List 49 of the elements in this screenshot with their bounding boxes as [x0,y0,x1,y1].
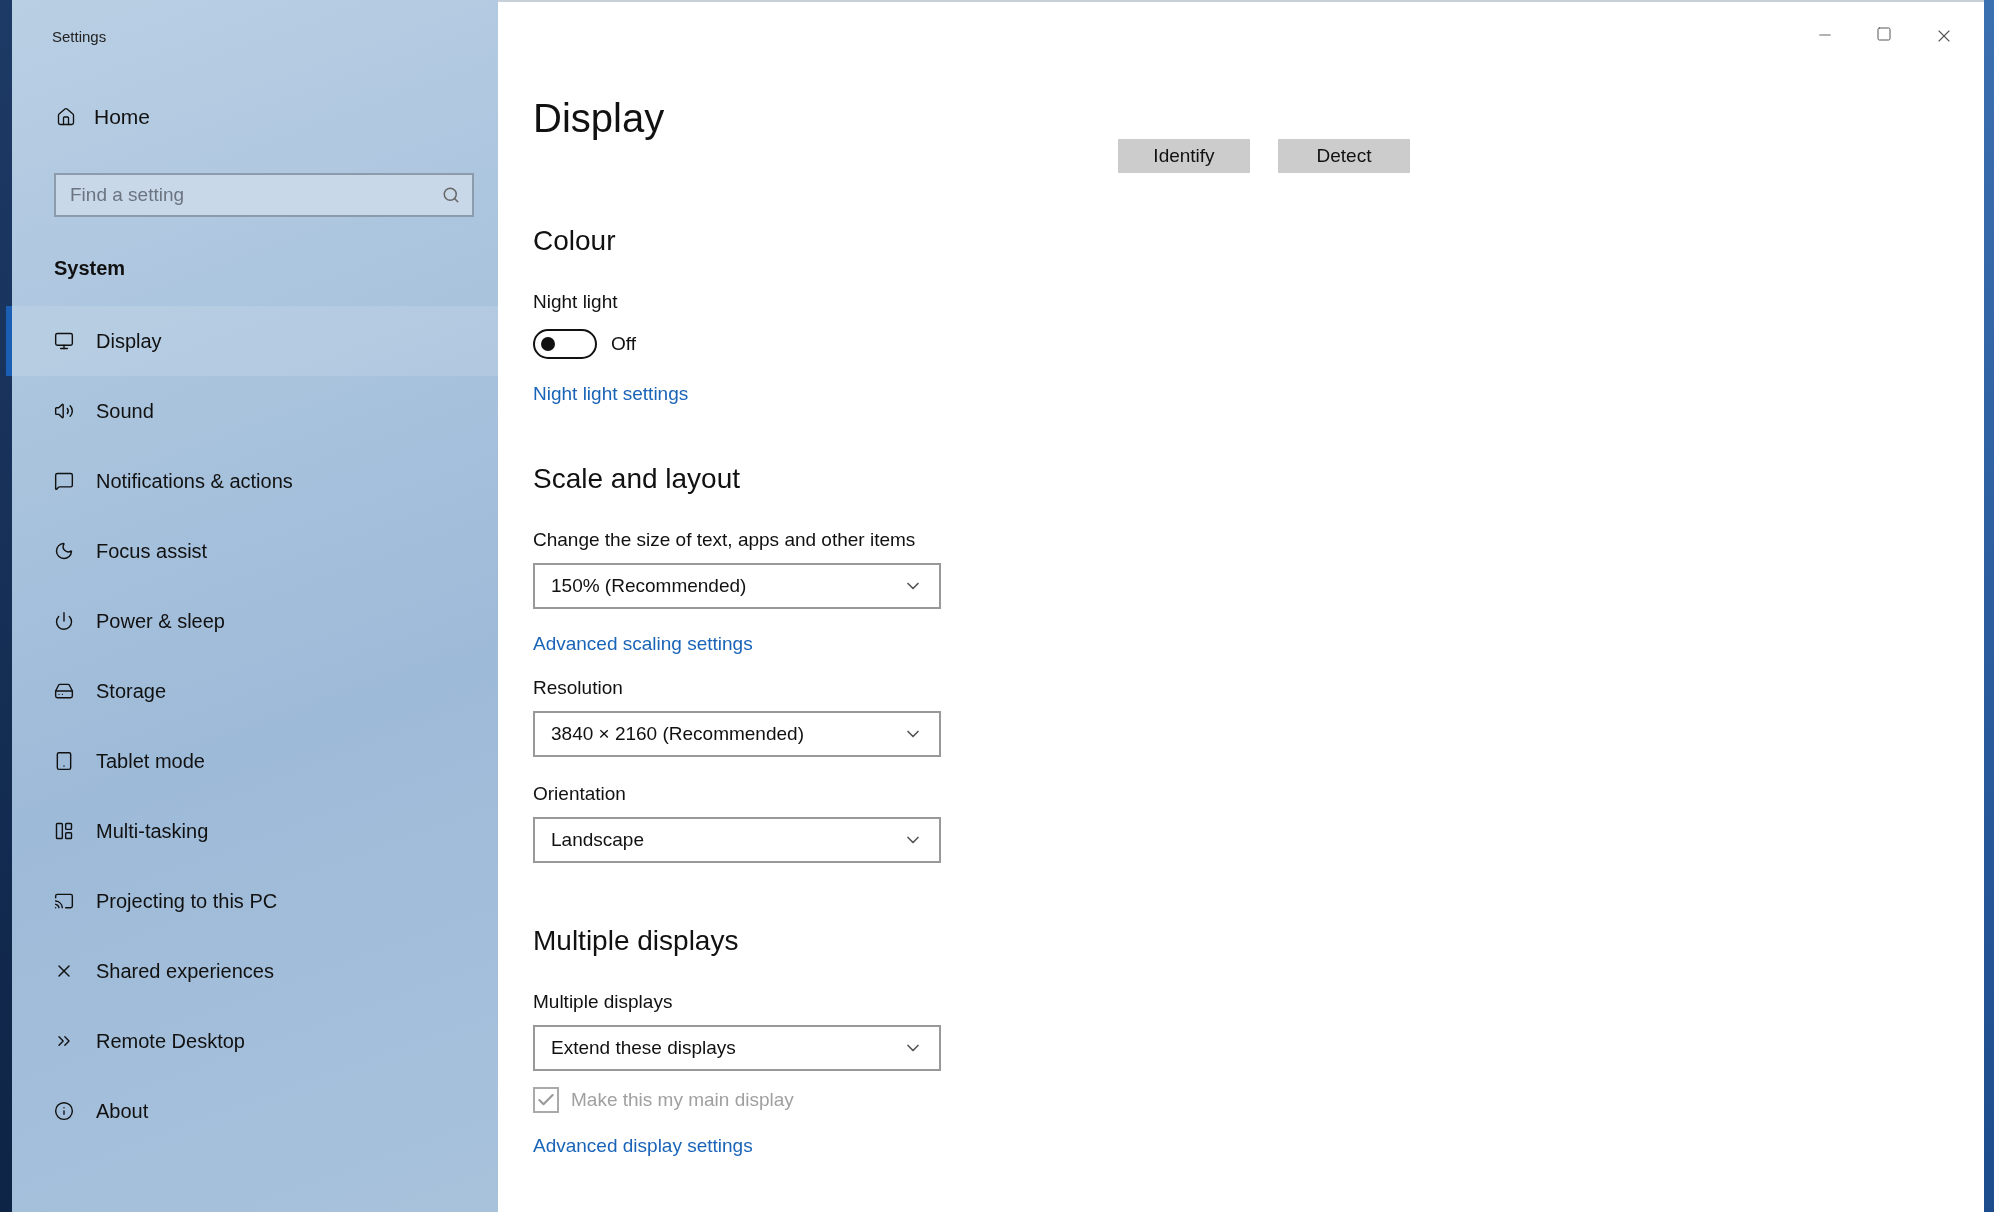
house-icon [56,107,76,127]
home-nav-item[interactable]: Home [56,105,151,129]
speaker-icon [54,401,74,421]
settings-link[interactable]: Advanced scaling settings [533,633,753,655]
nav-item[interactable]: Sound [6,376,498,446]
field-label: Change the size of text, apps and other items [533,529,916,551]
field-label: Orientation [533,783,626,805]
dropdown[interactable]: 150% (Recommended) [533,563,941,609]
search-icon [442,186,460,204]
dropdown[interactable]: Extend these displays [533,1025,941,1071]
nav-item[interactable]: Tablet mode [6,726,498,796]
nav-item[interactable]: About [6,1076,498,1146]
search-field[interactable]: Find a setting [54,173,474,217]
drive-icon [54,681,74,701]
settings-link[interactable]: Night light settings [533,383,689,405]
moon-icon [54,541,74,561]
toggle-switch[interactable] [533,329,597,359]
nav-item[interactable]: Storage [6,656,498,726]
toggle-state: Off [611,333,636,355]
power-icon [54,611,74,631]
layout-icon [54,821,74,841]
nav-item[interactable]: Shared experiences [6,936,498,1006]
display-button[interactable]: Detect [1278,139,1410,173]
field-label: Resolution [533,677,623,699]
tablet-icon [54,751,74,771]
nav-item[interactable]: Remote Desktop [6,1006,498,1076]
section-heading: Colour [533,225,616,257]
nav-item[interactable]: Display [6,306,498,376]
field-label: Night light [533,291,618,313]
display-button[interactable]: Identify [1118,139,1250,173]
nav-item[interactable]: Projecting to this PC [6,866,498,936]
dropdown[interactable]: 3840 × 2160 (Recommended) [533,711,941,757]
nav-item[interactable]: Power & sleep [6,586,498,656]
checkbox-label: Make this my main display [571,1089,794,1111]
monitor-icon [54,331,74,351]
settings-link[interactable]: Advanced display settings [533,1135,753,1157]
nav-item[interactable]: Notifications & actions [6,446,498,516]
message-icon [54,471,74,491]
field-label: Multiple displays [533,991,673,1013]
window-title: Settings [51,27,108,45]
section-heading: Multiple displays [533,925,739,957]
info-icon [54,1101,74,1121]
nav-item[interactable]: Multi-tasking [6,796,498,866]
section-heading: Scale and layout [533,463,741,495]
section-title: System [54,257,126,280]
page-title: Display [533,96,665,141]
dropdown[interactable]: Landscape [533,817,941,863]
cast-icon [54,891,74,911]
nav-item[interactable]: Focus assist [6,516,498,586]
